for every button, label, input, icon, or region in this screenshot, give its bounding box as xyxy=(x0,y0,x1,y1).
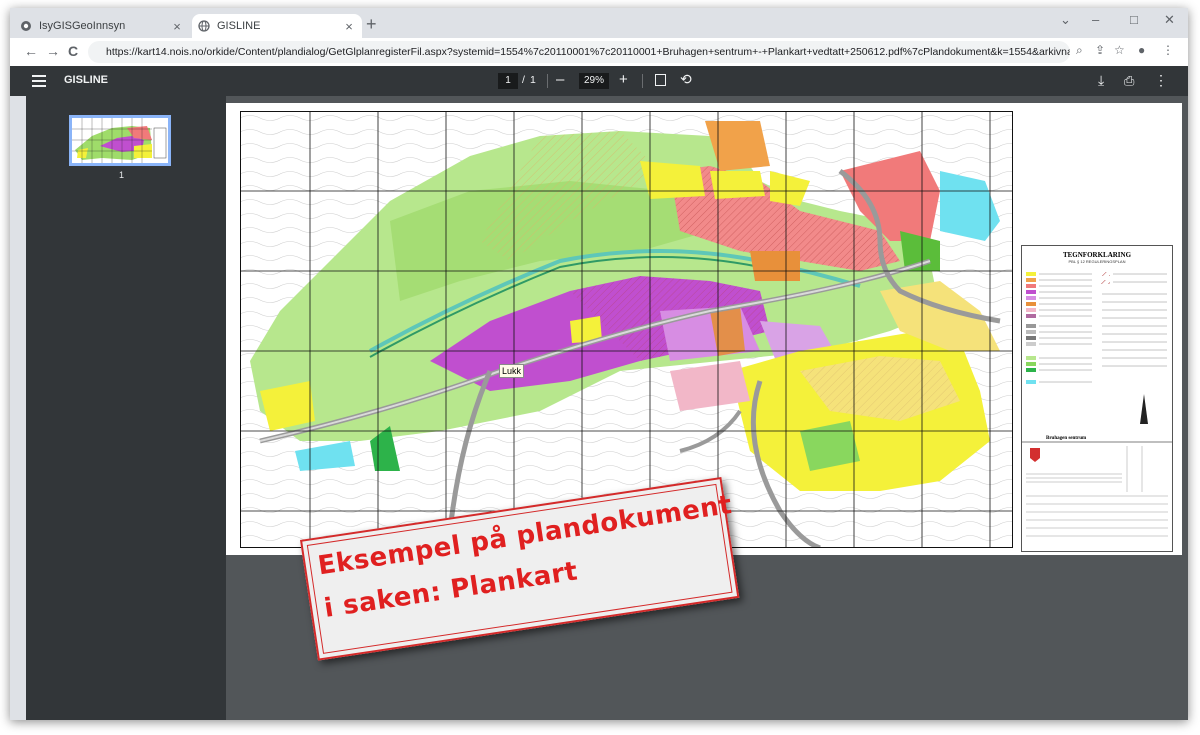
zoom-input[interactable]: 29% xyxy=(579,73,609,89)
plan-name: Bruhagen sentrum xyxy=(1046,436,1087,441)
bookmark-star-icon[interactable]: ☆ xyxy=(1114,43,1125,57)
browser-menu-icon[interactable]: ⋮ xyxy=(1162,43,1174,57)
tab-favicon-icon xyxy=(21,21,31,31)
page-total: 1 xyxy=(530,74,536,86)
page-separator: / xyxy=(522,74,525,86)
rotate-icon[interactable]: ⟲ xyxy=(680,71,692,88)
profile-icon[interactable]: ● xyxy=(1138,43,1145,57)
toolbar-divider xyxy=(547,74,548,88)
fit-to-page-icon[interactable] xyxy=(655,74,666,86)
back-button[interactable]: ← xyxy=(24,43,38,59)
document-title: GISLINE xyxy=(64,74,109,86)
map-legend: TEGNFORKLARING PBL § 12 REGULERINGSPLAN xyxy=(1021,245,1173,552)
hamburger-menu-icon[interactable] xyxy=(32,75,46,87)
zoning-map xyxy=(240,111,1013,548)
page-number-input[interactable]: 1 xyxy=(498,73,518,89)
tab-gisline[interactable]: GISLINE × xyxy=(192,14,362,38)
tab-search-icon[interactable]: ⌄ xyxy=(1060,12,1071,28)
toolbar-divider xyxy=(642,74,643,88)
more-actions-icon[interactable]: ⋮ xyxy=(1154,72,1168,89)
tab-close-icon[interactable]: × xyxy=(170,19,184,34)
new-tab-button[interactable]: + xyxy=(366,14,377,35)
tab-strip: IsyGISGeoInnsyn × GISLINE × + ⌄ – □ ✕ xyxy=(10,8,1188,38)
tab-title: IsyGISGeoInnsyn xyxy=(39,20,126,32)
thumbnail-sidebar: 1 xyxy=(26,96,226,720)
zoom-out-button[interactable]: – xyxy=(556,71,564,88)
thumbnail-map-image xyxy=(72,118,168,163)
thumbnail-page-number: 1 xyxy=(119,170,125,180)
address-bar-row: ← → C https://kart14.nois.no/orkide/Cont… xyxy=(10,38,1188,66)
pdf-toolbar: GISLINE 1 / 1 – 29% + ⟲ ⤓ ⎙ ⋮ xyxy=(10,66,1188,96)
tab-isygis[interactable]: IsyGISGeoInnsyn × xyxy=(20,14,190,38)
zoom-icon[interactable]: ⌕ xyxy=(1076,43,1083,58)
page-thumbnail[interactable] xyxy=(69,115,171,166)
globe-icon xyxy=(198,20,210,32)
tab-title: GISLINE xyxy=(217,20,261,32)
maximize-button[interactable]: □ xyxy=(1130,12,1138,27)
lukk-tooltip[interactable]: Lukk xyxy=(499,364,525,378)
forward-button[interactable]: → xyxy=(46,43,60,59)
close-window-button[interactable]: ✕ xyxy=(1164,12,1175,28)
download-icon[interactable]: ⤓ xyxy=(1098,72,1104,89)
reload-button[interactable]: C xyxy=(68,43,78,59)
share-icon[interactable]: ⇪ xyxy=(1095,43,1105,57)
url-text: https://kart14.nois.no/orkide/Content/pl… xyxy=(106,46,1070,58)
tab-close-icon[interactable]: × xyxy=(342,19,356,34)
minimize-button[interactable]: – xyxy=(1092,12,1099,27)
zoom-in-button[interactable]: + xyxy=(619,71,628,88)
legend-swatches xyxy=(1022,272,1172,537)
legend-title: TEGNFORKLARING xyxy=(1062,251,1132,259)
print-icon[interactable]: ⎙ xyxy=(1124,73,1134,89)
url-bar[interactable]: https://kart14.nois.no/orkide/Content/pl… xyxy=(88,41,1070,63)
